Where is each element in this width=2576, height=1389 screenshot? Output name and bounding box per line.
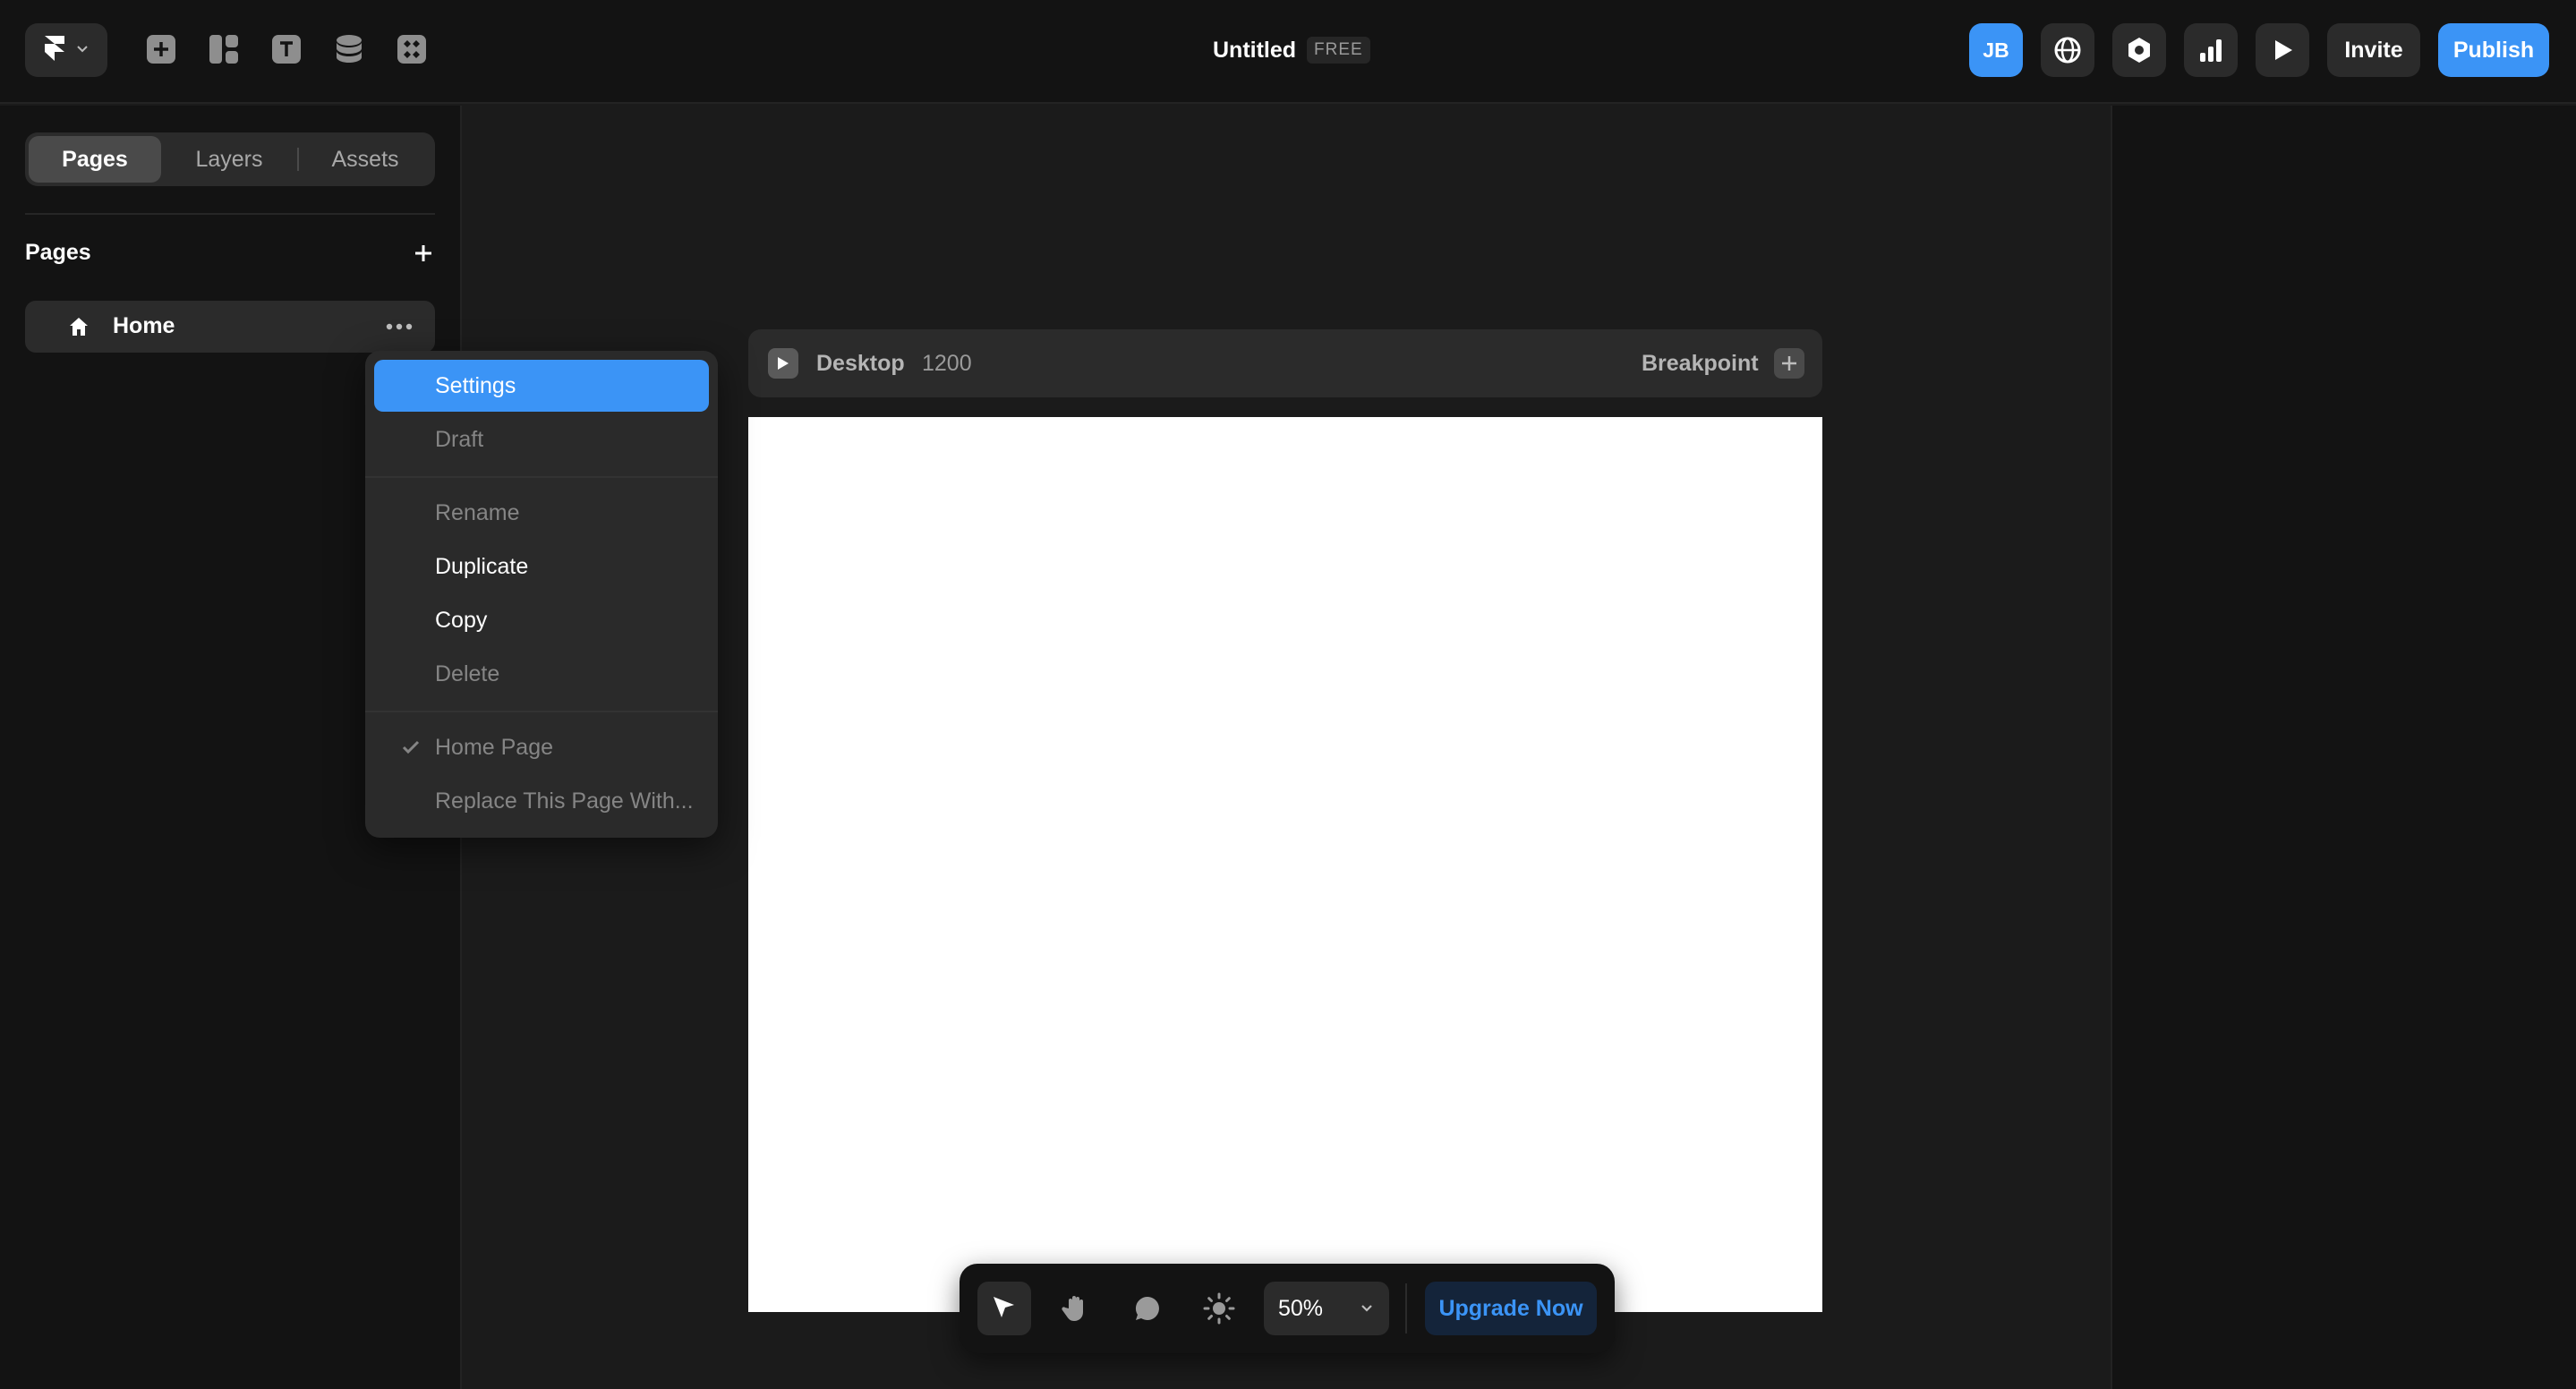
menu-item-label: Home Page: [435, 734, 554, 760]
menu-item-duplicate[interactable]: Duplicate: [374, 541, 709, 592]
preview-breakpoint-icon[interactable]: [768, 348, 798, 379]
project-title-group[interactable]: Untitled FREE: [1213, 34, 1370, 66]
home-icon: [68, 316, 90, 342]
components-icon[interactable]: [394, 31, 430, 67]
add-page-icon[interactable]: [410, 240, 437, 267]
publish-button[interactable]: Publish: [2438, 23, 2549, 77]
chevron-down-icon: [1359, 1300, 1375, 1320]
editor-app: Untitled FREE JB Invite Publish Pages La…: [0, 0, 2576, 1389]
framer-logo-icon: [43, 35, 66, 66]
section-divider: [25, 213, 435, 215]
menu-separator: [365, 711, 718, 712]
globe-icon[interactable]: [2041, 23, 2094, 77]
analytics-icon[interactable]: [2184, 23, 2238, 77]
plan-badge: FREE: [1307, 37, 1370, 64]
menu-item-copy[interactable]: Copy: [374, 594, 709, 646]
breakpoint-name[interactable]: Desktop: [816, 351, 905, 377]
zoom-select[interactable]: 50%: [1264, 1282, 1389, 1335]
layout-icon[interactable]: [206, 31, 242, 67]
page-item-label: Home: [113, 313, 175, 338]
settings-hexagon-icon[interactable]: [2112, 23, 2166, 77]
menu-item-delete[interactable]: Delete: [374, 648, 709, 700]
breakpoint-width: 1200: [922, 351, 972, 376]
select-cursor-icon[interactable]: [977, 1282, 1031, 1335]
invite-button[interactable]: Invite: [2327, 23, 2420, 77]
insert-icon[interactable]: [143, 31, 179, 67]
user-avatar[interactable]: JB: [1969, 23, 2023, 77]
tab-pages[interactable]: Pages: [29, 136, 161, 183]
menu-item-home-page[interactable]: Home Page: [374, 721, 709, 773]
pages-section-title: Pages: [25, 240, 91, 265]
add-breakpoint-label[interactable]: Breakpoint: [1642, 351, 1759, 377]
menu-separator: [365, 476, 718, 478]
menu-item-draft[interactable]: Draft: [374, 413, 709, 465]
top-toolbar: Untitled FREE JB Invite Publish: [0, 0, 2576, 104]
project-title[interactable]: Untitled: [1213, 38, 1296, 64]
preview-play-icon[interactable]: [2256, 23, 2309, 77]
menu-item-settings[interactable]: Settings: [374, 360, 709, 412]
breakpoint-bar: Desktop 1200 Breakpoint: [748, 329, 1822, 397]
checkmark-icon: [401, 737, 421, 763]
comment-icon[interactable]: [1121, 1282, 1174, 1335]
hand-pan-icon[interactable]: [1049, 1282, 1103, 1335]
chevron-down-icon: [75, 41, 90, 60]
theme-sun-icon[interactable]: [1192, 1282, 1246, 1335]
cms-icon[interactable]: [331, 31, 367, 67]
tab-layers[interactable]: Layers: [161, 136, 297, 183]
panel-tabs: Pages Layers Assets: [25, 132, 435, 186]
menu-item-replace-page[interactable]: Replace This Page With...: [374, 775, 709, 827]
app-menu-button[interactable]: [25, 23, 107, 77]
right-properties-panel: [2111, 106, 2576, 1389]
bottom-toolbar: 50% Upgrade Now: [960, 1264, 1615, 1353]
upgrade-now-button[interactable]: Upgrade Now: [1425, 1282, 1597, 1335]
add-breakpoint-icon[interactable]: [1774, 348, 1804, 379]
toolbar-divider: [1405, 1283, 1407, 1334]
tab-assets[interactable]: Assets: [299, 136, 431, 183]
zoom-value: 50%: [1278, 1296, 1324, 1321]
desktop-frame[interactable]: [748, 417, 1822, 1312]
menu-item-rename[interactable]: Rename: [374, 487, 709, 539]
page-context-menu: Settings Draft Rename Duplicate Copy Del…: [365, 351, 718, 838]
text-icon[interactable]: [269, 31, 304, 67]
more-options-icon[interactable]: [383, 315, 415, 338]
page-item-home[interactable]: Home: [25, 301, 435, 353]
